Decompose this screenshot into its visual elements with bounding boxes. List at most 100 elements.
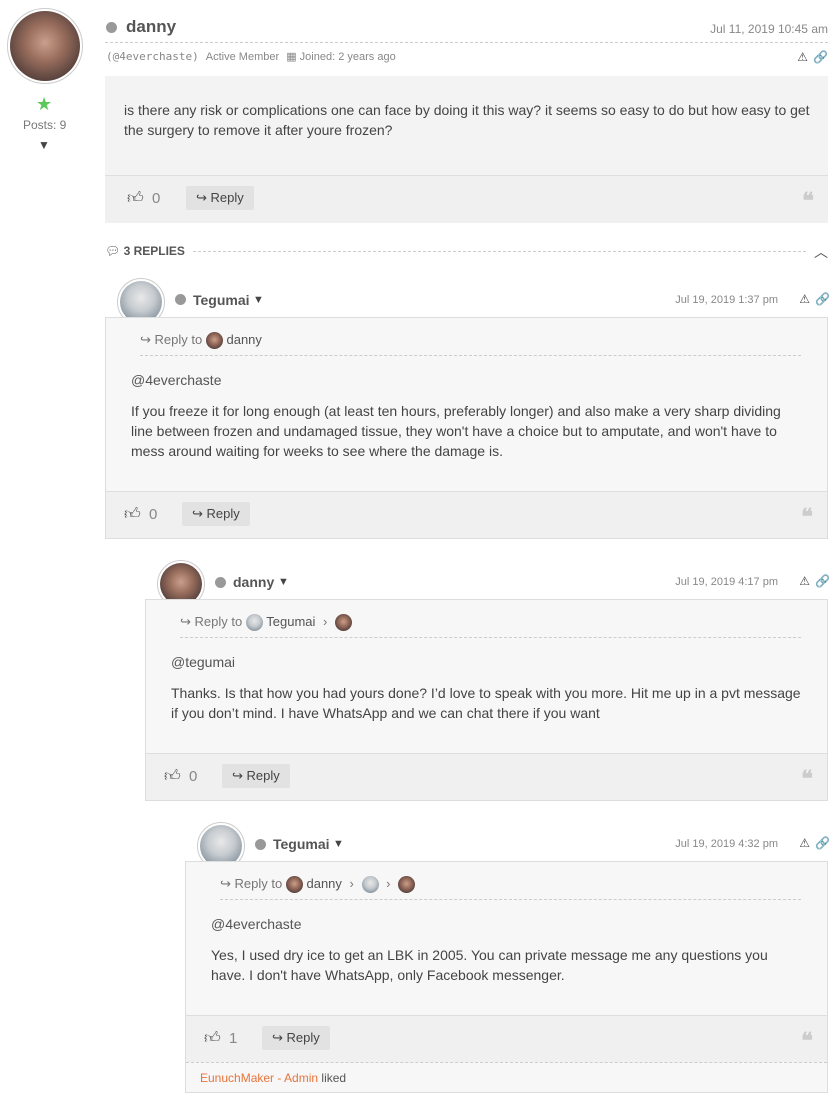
permalink-icon[interactable]: 🔗 — [813, 50, 828, 64]
topic-body: is there any risk or complications one c… — [124, 102, 810, 138]
reply-footer: 👍︎ 1 ↪ Reply ❝ — [186, 1015, 827, 1062]
permalink-icon[interactable]: 🔗 — [815, 574, 830, 588]
reply-button[interactable]: ↪ Reply — [262, 1026, 330, 1050]
mini-avatar[interactable] — [398, 876, 416, 894]
quote-icon[interactable]: ❝ — [802, 188, 814, 214]
reply-box: ↪ Reply to danny @4everchaste If you fre… — [105, 317, 828, 539]
reply-box: ↪ Reply to danny › › @4everchaste Yes, I… — [185, 861, 828, 1093]
replies-header[interactable]: 💬︎ 3 REPLIES — [105, 244, 185, 258]
mention[interactable]: @4everchaste — [131, 372, 221, 388]
author-handle: (@4everchaste) — [106, 50, 199, 63]
quote-icon[interactable]: ❝ — [801, 504, 813, 530]
reply-to-divider — [140, 355, 801, 356]
report-icon[interactable]: ⚠ — [797, 50, 808, 64]
mini-avatar — [245, 614, 263, 632]
mention[interactable]: @tegumai — [171, 654, 235, 670]
replies-count: 3 REPLIES — [123, 244, 185, 258]
report-icon[interactable]: ⚠ — [799, 574, 810, 588]
topic-date[interactable]: Jul 11, 2019 10:45 am — [710, 22, 828, 36]
offline-status-dot — [255, 839, 266, 850]
reply-to-divider — [180, 637, 801, 638]
offline-status-dot — [215, 577, 226, 588]
collapse-chevron-icon[interactable]: ︿ — [814, 242, 828, 262]
mini-avatar — [285, 876, 303, 894]
offline-status-dot — [106, 22, 117, 33]
like-count: 0 — [189, 768, 198, 785]
reply-label: Reply — [246, 768, 280, 783]
offline-status-dot — [175, 294, 186, 305]
reply-author-name[interactable]: Tegumai — [193, 292, 250, 308]
reply-footer: 👍︎ 0 ↪ Reply ❝ — [106, 491, 827, 538]
author-menu-caret-icon[interactable]: ▼ — [278, 576, 289, 588]
reply-body: Yes, I used dry ice to get an LBK in 200… — [211, 947, 768, 983]
reply-to-line: ↪ Reply to Tegumai › — [180, 614, 352, 632]
report-icon[interactable]: ⚠ — [799, 292, 810, 306]
reply-to-name[interactable]: danny — [226, 332, 261, 347]
chevron-right-icon: › — [323, 614, 328, 629]
like-count: 1 — [229, 1030, 238, 1047]
liked-suffix: liked — [321, 1071, 347, 1085]
reply-arrow-icon: ↪ — [272, 1030, 283, 1045]
reply-author-name[interactable]: danny — [233, 574, 274, 590]
liked-divider — [186, 1062, 827, 1063]
like-thumb-icon[interactable]: 👍︎ — [124, 505, 141, 524]
reply-to-line: ↪ Reply to danny — [140, 332, 262, 350]
chevron-right-icon: › — [386, 876, 391, 891]
reply-footer: 👍︎ 0 ↪ Reply ❝ — [146, 753, 827, 800]
reply-label: Reply — [206, 506, 240, 521]
profile-dropdown-icon[interactable]: ▼ — [38, 138, 50, 152]
like-thumb-icon[interactable]: 👍︎ — [204, 1029, 221, 1048]
reply-body: Thanks. Is that how you had yours done? … — [171, 685, 801, 721]
mini-avatar[interactable] — [334, 614, 352, 632]
posts-count: Posts: 9 — [23, 118, 67, 132]
reply-label: Reply — [210, 190, 244, 205]
quote-icon[interactable]: ❝ — [801, 1028, 813, 1054]
like-thumb-icon[interactable]: 👍︎ — [127, 189, 144, 208]
reply-button[interactable]: ↪ Reply — [222, 764, 290, 788]
reply-to-arrow-icon: ↪ — [140, 332, 151, 347]
reply-to-line: ↪ Reply to danny › › — [220, 876, 416, 894]
header-divider — [105, 42, 828, 43]
joined-text: Joined: 2 years ago — [299, 51, 396, 63]
topic-footer: 👍︎ 0 ↪ Reply ❝ — [105, 175, 828, 223]
mention[interactable]: @4everchaste — [211, 916, 301, 932]
reply-box: ↪ Reply to Tegumai › @tegumai Thanks. Is… — [145, 599, 828, 801]
reply-label: Reply — [286, 1030, 320, 1045]
topic-author-avatar[interactable] — [7, 8, 83, 84]
reply-arrow-icon: ↪ — [192, 506, 203, 521]
quote-icon[interactable]: ❝ — [801, 766, 813, 792]
reply-body: If you freeze it for long enough (at lea… — [131, 403, 781, 459]
reply-button[interactable]: ↪ Reply — [186, 186, 254, 210]
reply-date[interactable]: Jul 19, 2019 4:32 pm — [675, 838, 778, 850]
author-menu-caret-icon[interactable]: ▼ — [333, 838, 344, 850]
reply-date[interactable]: Jul 19, 2019 1:37 pm — [675, 294, 778, 306]
like-count: 0 — [152, 190, 161, 207]
chevron-right-icon: › — [349, 876, 354, 891]
reply-to-arrow-icon: ↪ — [180, 614, 191, 629]
reply-arrow-icon: ↪ — [196, 190, 207, 205]
reply-button[interactable]: ↪ Reply — [182, 502, 250, 526]
reply-to-name[interactable]: danny — [306, 876, 341, 891]
member-star-icon: ★ — [36, 94, 53, 114]
reply-to-label: Reply to — [234, 876, 283, 891]
mini-avatar — [205, 332, 223, 350]
reply-to-arrow-icon: ↪ — [220, 876, 231, 891]
reply-to-divider — [220, 899, 801, 900]
report-icon[interactable]: ⚠ — [799, 836, 810, 850]
reply-arrow-icon: ↪ — [232, 768, 243, 783]
liked-by-line: EunuchMaker - Admin liked — [200, 1071, 346, 1085]
reply-to-name[interactable]: Tegumai — [266, 614, 315, 629]
author-role: Active Member — [205, 51, 280, 63]
like-thumb-icon[interactable]: 👍︎ — [164, 767, 181, 786]
topic-post-box: is there any risk or complications one c… — [105, 76, 828, 223]
permalink-icon[interactable]: 🔗 — [815, 836, 830, 850]
reply-to-label: Reply to — [194, 614, 243, 629]
liked-by-user[interactable]: EunuchMaker - Admin — [200, 1071, 318, 1085]
author-menu-caret-icon[interactable]: ▼ — [253, 294, 264, 306]
permalink-icon[interactable]: 🔗 — [815, 292, 830, 306]
reply-date[interactable]: Jul 19, 2019 4:17 pm — [675, 576, 778, 588]
topic-author-name[interactable]: danny — [126, 17, 176, 37]
reply-author-name[interactable]: Tegumai — [273, 836, 330, 852]
calendar-icon: ▦ — [286, 51, 297, 63]
mini-avatar[interactable] — [361, 876, 379, 894]
